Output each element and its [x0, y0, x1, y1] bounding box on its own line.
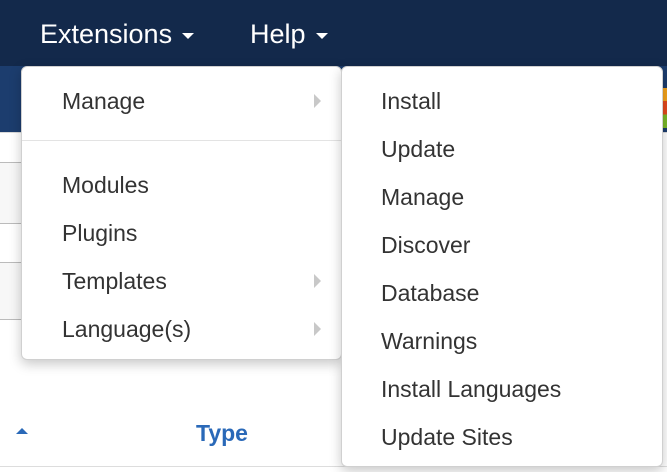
caret-down-icon [182, 32, 195, 39]
menu-item-label: Templates [62, 267, 167, 294]
top-navbar: Extensions Help [0, 0, 667, 66]
chevron-right-icon [314, 94, 321, 108]
submenu-item-manage[interactable]: Manage [342, 175, 662, 219]
menu-item-languages[interactable]: Language(s) [22, 307, 341, 351]
manage-submenu: Install Update Manage Discover Database … [341, 66, 663, 467]
chevron-right-icon [314, 322, 321, 336]
menu-item-label: Modules [62, 171, 149, 198]
menu-item-modules[interactable]: Modules [22, 163, 341, 207]
nav-help-label: Help [250, 18, 306, 49]
menu-item-plugins[interactable]: Plugins [22, 211, 341, 255]
submenu-item-label: Update Sites [381, 423, 513, 450]
submenu-item-label: Warnings [381, 327, 478, 354]
menu-divider [22, 140, 341, 141]
submenu-item-database[interactable]: Database [342, 271, 662, 315]
submenu-item-install[interactable]: Install [342, 79, 662, 123]
submenu-item-update-sites[interactable]: Update Sites [342, 415, 662, 459]
submenu-item-update[interactable]: Update [342, 127, 662, 171]
nav-extensions[interactable]: Extensions [40, 14, 195, 54]
submenu-item-label: Discover [381, 231, 471, 258]
column-header-type[interactable]: Type [196, 420, 248, 447]
submenu-item-label: Update [381, 135, 456, 162]
submenu-item-install-languages[interactable]: Install Languages [342, 367, 662, 411]
submenu-item-label: Install [381, 87, 442, 114]
menu-item-manage[interactable]: Manage [22, 79, 341, 123]
nav-extensions-label: Extensions [40, 18, 173, 49]
sort-ascending-icon[interactable] [16, 428, 28, 434]
caret-down-icon [315, 32, 328, 39]
submenu-item-warnings[interactable]: Warnings [342, 319, 662, 363]
submenu-item-label: Manage [381, 183, 465, 210]
menu-item-label: Plugins [62, 219, 138, 246]
menu-item-label: Manage [62, 87, 146, 114]
nav-help[interactable]: Help [250, 14, 328, 54]
submenu-item-discover[interactable]: Discover [342, 223, 662, 267]
menu-item-label: Language(s) [62, 315, 192, 342]
extensions-dropdown-menu: Manage Modules Plugins Templates Languag… [21, 66, 342, 360]
submenu-item-label: Install Languages [381, 375, 562, 402]
menu-item-templates[interactable]: Templates [22, 259, 341, 303]
chevron-right-icon [314, 274, 321, 288]
submenu-item-label: Database [381, 279, 480, 306]
